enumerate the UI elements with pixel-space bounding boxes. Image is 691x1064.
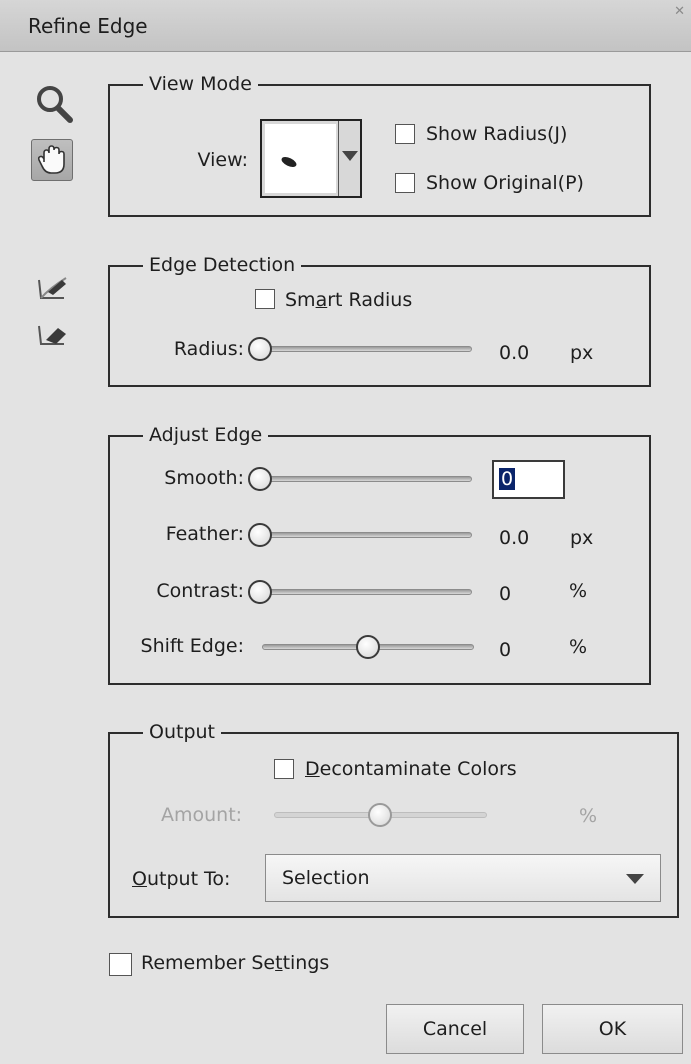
contrast-slider-thumb[interactable]	[248, 580, 272, 604]
shift-edge-label: Shift Edge:	[140, 635, 244, 657]
shift-edge-slider-thumb[interactable]	[356, 635, 380, 659]
view-select[interactable]	[260, 119, 362, 198]
view-mode-legend: View Mode	[143, 73, 258, 95]
decontaminate-colors-label: Decontaminate Colors	[305, 758, 517, 780]
view-label: View:	[197, 149, 248, 171]
radius-unit: px	[570, 342, 594, 364]
contrast-slider[interactable]	[248, 579, 474, 605]
smooth-slider[interactable]	[248, 466, 474, 492]
view-preview-image	[281, 157, 297, 167]
refine-radius-brush-icon	[38, 277, 67, 299]
erase-refinements-brush-icon	[38, 325, 66, 345]
edge-detection-group	[108, 265, 651, 387]
erase-refinements-tool[interactable]	[36, 320, 70, 350]
output-to-value: Selection	[282, 867, 370, 889]
smooth-label: Smooth:	[164, 467, 244, 489]
contrast-unit: %	[569, 580, 588, 602]
show-radius-checkbox[interactable]	[395, 124, 415, 144]
magnifier-icon	[37, 86, 73, 123]
smart-radius-checkbox[interactable]	[255, 289, 275, 309]
shift-edge-value: 0	[499, 639, 512, 661]
contrast-label: Contrast:	[156, 580, 244, 602]
feather-unit: px	[570, 527, 594, 549]
show-original-label: Show Original(P)	[426, 172, 584, 194]
hand-icon	[37, 145, 65, 174]
amount-unit: %	[579, 805, 598, 827]
amount-slider[interactable]	[274, 802, 487, 828]
decontaminate-colors-checkbox[interactable]	[274, 759, 294, 779]
feather-slider-thumb[interactable]	[248, 523, 272, 547]
refine-radius-tool[interactable]	[36, 274, 70, 304]
chevron-down-icon	[342, 151, 358, 161]
contrast-value: 0	[499, 583, 512, 605]
title-bar: Refine Edge ✕	[0, 0, 691, 52]
window-title: Refine Edge	[28, 14, 148, 38]
remember-settings-checkbox[interactable]	[109, 953, 132, 976]
view-thumbnail	[265, 124, 336, 193]
smooth-input[interactable]: 0	[492, 460, 565, 499]
hand-tool-button[interactable]	[31, 139, 73, 181]
chevron-down-icon	[626, 874, 644, 884]
smooth-input-value: 0	[499, 468, 516, 490]
zoom-tool[interactable]	[34, 84, 74, 124]
feather-value: 0.0	[499, 527, 530, 549]
close-icon[interactable]: ✕	[674, 4, 685, 19]
amount-slider-thumb[interactable]	[368, 803, 392, 827]
radius-value: 0.0	[499, 342, 530, 364]
show-radius-label: Show Radius(J)	[426, 123, 568, 145]
output-legend: Output	[143, 721, 221, 743]
output-to-label: Output To:	[132, 868, 231, 890]
ok-button[interactable]: OK	[542, 1004, 683, 1054]
smart-radius-label: Smart Radius	[285, 289, 413, 311]
show-original-checkbox[interactable]	[395, 173, 415, 193]
adjust-edge-legend: Adjust Edge	[143, 424, 269, 446]
amount-label: Amount:	[161, 804, 243, 826]
output-to-dropdown[interactable]: Selection	[265, 854, 661, 902]
radius-label: Radius:	[173, 338, 244, 360]
smooth-slider-thumb[interactable]	[248, 467, 272, 491]
radius-slider-thumb[interactable]	[248, 337, 272, 361]
radius-slider[interactable]	[248, 336, 474, 362]
feather-slider[interactable]	[248, 522, 474, 548]
cancel-button[interactable]: Cancel	[386, 1004, 524, 1054]
remember-settings-label: Remember Settings	[141, 952, 330, 974]
shift-edge-slider[interactable]	[262, 634, 474, 660]
feather-label: Feather:	[165, 523, 244, 545]
edge-detection-legend: Edge Detection	[143, 254, 302, 276]
shift-edge-unit: %	[569, 636, 588, 658]
